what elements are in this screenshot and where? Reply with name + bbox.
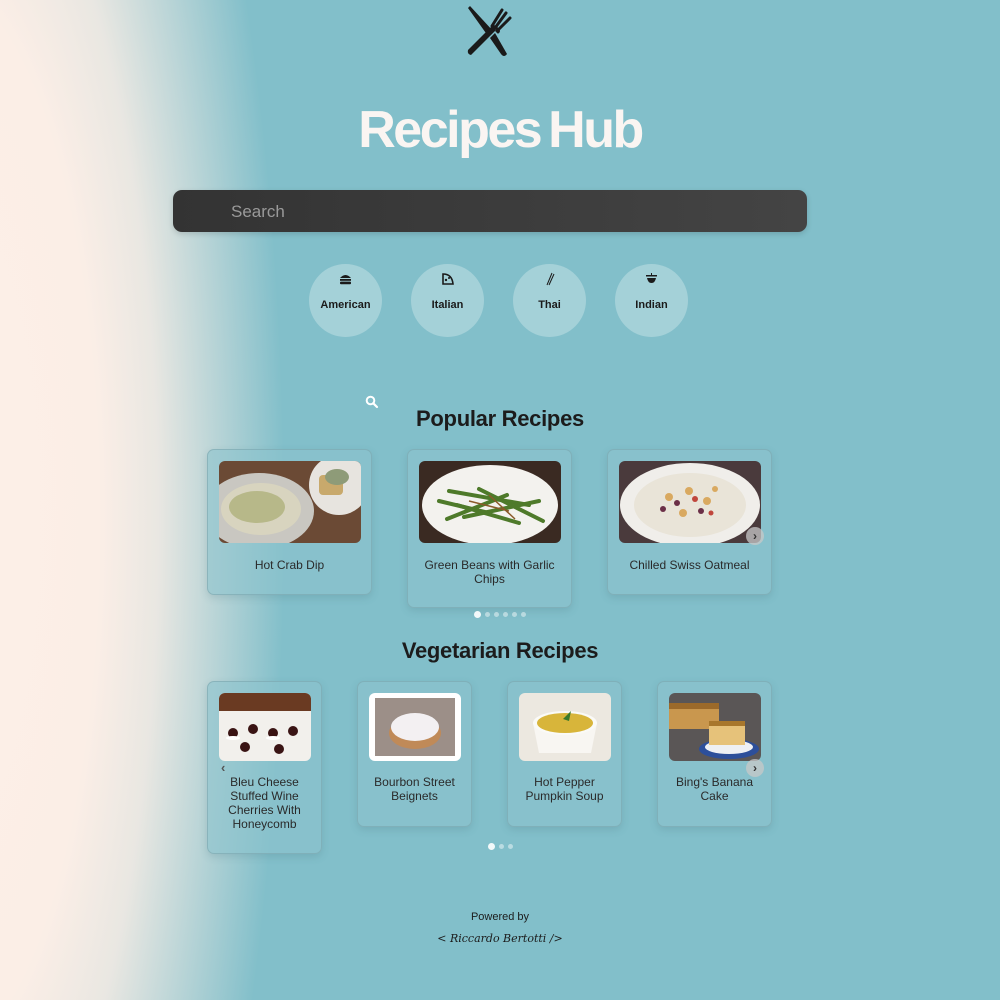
- recipe-image: [619, 461, 761, 543]
- vegetarian-recipes-heading: Vegetarian Recipes: [401, 638, 599, 663]
- recipe-card-swiss-oatmeal[interactable]: › Chilled Swiss Oatmeal: [607, 449, 772, 595]
- recipe-image: [219, 461, 361, 543]
- category-italian[interactable]: Italian: [411, 264, 484, 337]
- burger-icon: [340, 275, 351, 285]
- category-american[interactable]: American: [309, 264, 382, 337]
- recipe-name: Bleu Cheese Stuffed Wine Cherries With H…: [228, 775, 301, 831]
- category-label: Indian: [635, 299, 668, 311]
- carousel-dot[interactable]: [474, 611, 481, 619]
- category-indian[interactable]: Indian: [615, 264, 688, 337]
- category-label: Thai: [538, 299, 561, 311]
- search-input[interactable]: [229, 190, 793, 234]
- carousel-dot[interactable]: [512, 612, 517, 618]
- author-signature[interactable]: < Riccardo Bertotti />: [0, 932, 1000, 945]
- search-bar[interactable]: [173, 190, 807, 409]
- bowl-icon: [646, 273, 657, 283]
- pizza-icon: [442, 273, 454, 285]
- recipe-image: [369, 693, 461, 761]
- recipe-card-pumpkin-soup[interactable]: Hot Pepper Pumpkin Soup: [507, 681, 622, 827]
- recipe-name: Hot Pepper Pumpkin Soup: [525, 775, 604, 803]
- carousel-dot[interactable]: [498, 844, 504, 850]
- category-label: Italian: [431, 299, 464, 311]
- recipe-card-banana-cake[interactable]: › Bing's Banana Cake: [657, 681, 772, 827]
- carousel-next-button[interactable]: ›: [746, 527, 764, 545]
- carousel-dot[interactable]: [507, 844, 513, 850]
- recipe-name: Hot Crab Dip: [254, 558, 325, 572]
- carousel-dot[interactable]: [485, 612, 490, 618]
- recipe-card-hot-crab-dip[interactable]: Hot Crab Dip: [207, 449, 372, 595]
- recipe-card-bleu-cheese-cherries[interactable]: ‹ Bleu Cheese Stuffed Wine Cherries With…: [207, 681, 322, 854]
- category-thai[interactable]: Thai: [513, 264, 586, 337]
- page-title: Recipes Hub: [358, 101, 644, 159]
- carousel-dot[interactable]: [503, 612, 508, 618]
- recipe-image: [669, 693, 761, 761]
- recipe-card-bourbon-beignets[interactable]: Bourbon Street Beignets: [357, 681, 472, 827]
- recipe-name: Bourbon Street Beignets: [374, 775, 455, 803]
- recipe-name: Chilled Swiss Oatmeal: [629, 558, 750, 572]
- carousel-prev-button[interactable]: ‹: [221, 760, 225, 775]
- chopsticks-icon: [546, 272, 555, 286]
- recipe-name: Bing's Banana Cake: [675, 775, 753, 803]
- powered-by-label: Powered by: [470, 911, 530, 923]
- recipe-image: [519, 693, 611, 761]
- recipe-name: Green Beans with Garlic Chips: [424, 558, 555, 586]
- recipe-image: [419, 461, 561, 543]
- carousel-dot[interactable]: [494, 612, 499, 618]
- popular-recipes-heading: Popular Recipes: [416, 406, 584, 431]
- vegetarian-carousel-dots: [0, 838, 1000, 856]
- recipe-image: [219, 693, 311, 761]
- popular-carousel-dots: [0, 606, 1000, 624]
- category-label: American: [320, 299, 371, 311]
- fork-knife-icon: [467, 6, 512, 56]
- carousel-dot[interactable]: [487, 843, 495, 851]
- carousel-dot[interactable]: [521, 612, 526, 618]
- recipe-card-green-beans[interactable]: Green Beans with Garlic Chips: [407, 449, 572, 608]
